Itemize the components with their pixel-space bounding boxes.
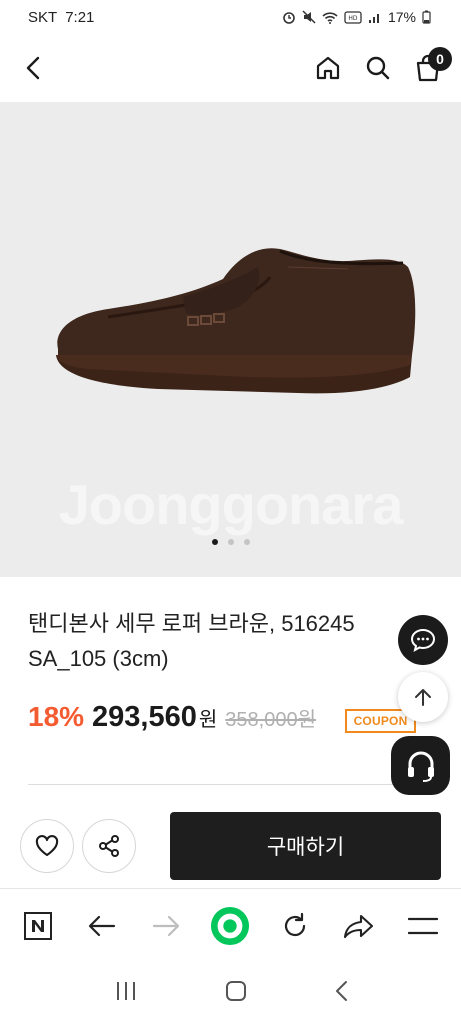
carousel-dot-2[interactable]: [227, 539, 234, 545]
buy-button[interactable]: 구매하기: [170, 812, 441, 880]
carousel-dot-1[interactable]: [211, 539, 218, 545]
heart-icon: [35, 835, 59, 857]
system-back-button[interactable]: [334, 980, 348, 1007]
forward-share-icon: [343, 914, 373, 938]
browser-forward-button[interactable]: [146, 906, 186, 946]
home-button[interactable]: [313, 53, 343, 83]
system-navigation-bar: [0, 962, 461, 1024]
carrier-label: SKT: [28, 8, 58, 26]
share-icon: [99, 835, 119, 857]
carousel-pagination: [0, 539, 461, 545]
refresh-icon: [284, 912, 305, 936]
home-icon: [316, 56, 340, 80]
battery-percent: 17%: [387, 9, 416, 25]
product-title: 탠디본사 세무 로퍼 브라운, 516245 SA_105 (3cm): [28, 611, 355, 671]
watermark: Joonggonara: [58, 473, 404, 536]
scroll-top-button[interactable]: [398, 672, 448, 722]
mute-icon: [302, 10, 316, 24]
arrow-up-icon: [415, 689, 431, 706]
discount-rate: 18%: [28, 701, 85, 732]
hamburger-menu-icon: [407, 917, 438, 934]
product-image-carousel[interactable]: Joonggonara: [0, 102, 461, 577]
original-price: 358,000원: [225, 709, 316, 731]
naver-n-icon: [24, 911, 53, 940]
arrow-right-icon: [153, 915, 180, 936]
recent-apps-button[interactable]: [114, 980, 138, 1007]
home-square-icon: [225, 980, 246, 1001]
browser-menu-button[interactable]: [403, 906, 443, 946]
chat-bubble-icon: [410, 628, 436, 652]
top-navigation: 0: [0, 34, 461, 102]
status-bar: SKT 7:21 HD 17%: [0, 0, 461, 34]
back-chevron-icon: [335, 980, 347, 1001]
signal-icon: [368, 13, 379, 23]
cart-button[interactable]: 0: [413, 47, 452, 83]
share-button[interactable]: [82, 819, 136, 873]
search-button[interactable]: [363, 53, 393, 83]
headset-icon: [407, 751, 434, 782]
chevron-left-icon: [26, 56, 40, 80]
chat-button[interactable]: [398, 615, 448, 665]
naver-green-button[interactable]: [210, 906, 250, 946]
browser-back-button[interactable]: [82, 906, 122, 946]
sale-price: 293,560: [92, 701, 197, 733]
battery-icon: [422, 10, 431, 24]
alarm-icon: [283, 12, 295, 24]
svg-text:HD: HD: [348, 15, 358, 22]
cart-count-badge: 0: [428, 47, 452, 71]
carousel-dot-3[interactable]: [243, 539, 250, 545]
customer-support-button[interactable]: [391, 736, 450, 795]
recent-apps-icon: [116, 981, 135, 1000]
clock: 7:21: [65, 8, 95, 26]
divider: [28, 784, 433, 785]
back-button[interactable]: [18, 53, 48, 83]
home-system-button[interactable]: [225, 980, 247, 1007]
volte-icon: HD: [344, 10, 362, 24]
browser-refresh-button[interactable]: [275, 906, 315, 946]
naver-green-dot-icon: [211, 906, 250, 945]
browser-home-button[interactable]: [18, 906, 58, 946]
currency-label: 원: [198, 709, 218, 731]
browser-toolbar: [0, 888, 461, 962]
search-icon: [366, 56, 390, 80]
price-row: 18% 293,560 원 358,000원: [28, 701, 316, 734]
product-image-loafer: [56, 248, 416, 394]
wifi-icon: [322, 11, 338, 24]
arrow-left-icon: [89, 915, 116, 936]
wishlist-button[interactable]: [20, 819, 74, 873]
browser-share-button[interactable]: [339, 906, 379, 946]
